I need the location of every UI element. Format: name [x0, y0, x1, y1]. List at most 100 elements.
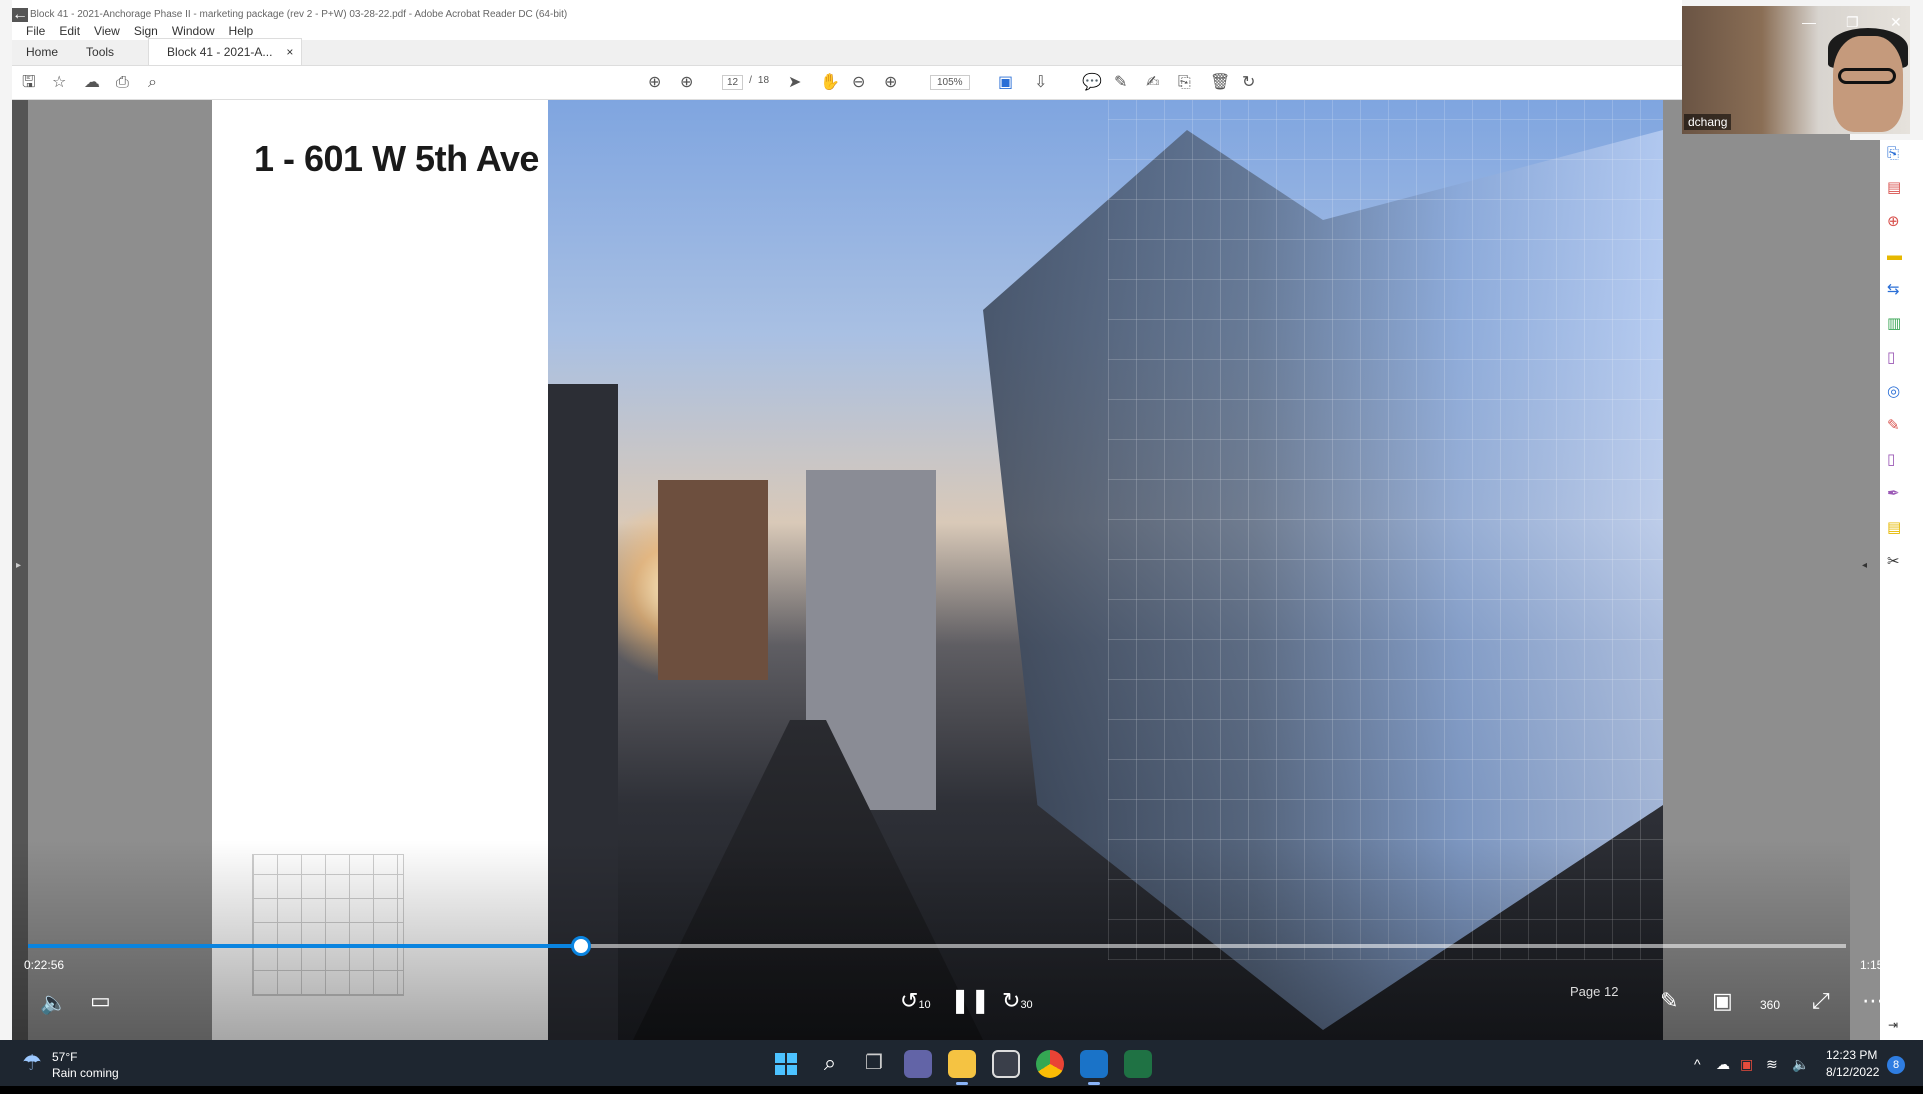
chrome-icon[interactable]	[1036, 1050, 1064, 1078]
store-icon[interactable]	[992, 1050, 1020, 1078]
cloud-upload-icon[interactable]: ☁	[84, 74, 100, 92]
send-review-icon[interactable]: ▤	[1887, 520, 1901, 535]
search-icon[interactable]: ⌕	[148, 74, 157, 92]
scroll-mode-icon[interactable]: ⇩	[1034, 74, 1047, 92]
windows-logo-pane	[775, 1065, 785, 1075]
notification-badge[interactable]: 8	[1887, 1056, 1905, 1074]
page-heading: 1 - 601 W 5th Ave	[254, 138, 539, 179]
screen-edge	[0, 1086, 1923, 1094]
clock-date[interactable]: 8/12/2022	[1826, 1065, 1879, 1079]
zoom-out-icon[interactable]: ⊖	[852, 74, 865, 92]
captions-icon[interactable]: ▭	[90, 990, 111, 1012]
fill-sign-icon[interactable]: ▯	[1887, 350, 1895, 365]
right-panel-gutter: ◂	[1850, 140, 1880, 1040]
trash-icon[interactable]: 🗑	[1210, 74, 1230, 92]
wifi-icon[interactable]: ≋	[1766, 1056, 1778, 1073]
collapse-rail-icon[interactable]: ⇥	[1888, 1014, 1898, 1036]
next-page-icon[interactable]: ⊕	[680, 74, 693, 92]
print-icon[interactable]: ⎙	[116, 74, 129, 92]
teams-chat-icon[interactable]	[904, 1050, 932, 1078]
form-icon[interactable]: ▯	[1887, 452, 1895, 467]
seek-bar-thumb[interactable]	[571, 936, 591, 956]
windows-logo-pane	[775, 1053, 785, 1063]
more-tools-icon[interactable]: ✂	[1887, 554, 1900, 569]
combine-files-icon[interactable]: ⇆	[1887, 282, 1900, 297]
rotate-icon[interactable]: ↻	[1242, 74, 1255, 92]
skip-forward-button[interactable]: ↻30	[1002, 990, 1033, 1016]
total-time: 1:15:24	[1860, 958, 1901, 972]
edit-pdf-icon[interactable]: ▥	[1887, 316, 1901, 331]
tower-grid-overlay	[1108, 100, 1663, 960]
menu-sign[interactable]: Sign	[134, 24, 158, 38]
zoom-level-select[interactable]: 105%	[930, 75, 970, 90]
fullscreen-icon[interactable]: ⤢	[1812, 990, 1830, 1012]
weather-temperature[interactable]: 57°F	[52, 1050, 77, 1064]
chevron-up-icon[interactable]: ^	[1694, 1056, 1701, 1072]
page-overlay-label: Page 12	[1570, 984, 1619, 999]
total-pages: 18	[757, 75, 770, 86]
tab-document-label: Block 41 - 2021-A...	[167, 45, 273, 59]
tab-tools[interactable]: Tools	[72, 45, 128, 65]
task-view-icon[interactable]: ❐	[860, 1050, 888, 1078]
toolbar: 🖫 ☆ ☁ ⎙ ⌕ ⊕ ⊕ 12 / 18 ➤ ✋ ⊖ ⊕ 105% ▣ ⇩ 💬…	[12, 66, 1682, 100]
search-taskbar-icon[interactable]: ⌕	[816, 1050, 844, 1078]
stamp-icon[interactable]: ⎘	[1178, 74, 1191, 92]
building-brick	[658, 480, 768, 680]
chevron-right-icon[interactable]: ▸	[16, 560, 21, 571]
menu-window[interactable]: Window	[172, 24, 215, 38]
comment-tool-icon[interactable]: ▬	[1887, 248, 1902, 263]
vr-360-button[interactable]: 360	[1760, 994, 1780, 1016]
windows-logo-pane	[787, 1065, 797, 1075]
media-player-icon[interactable]	[1080, 1050, 1108, 1085]
fit-page-icon[interactable]: ▣	[998, 74, 1013, 92]
clock-time[interactable]: 12:23 PM	[1826, 1048, 1877, 1062]
sign-icon[interactable]: ✍	[1146, 74, 1159, 92]
menu-edit[interactable]: Edit	[59, 24, 80, 38]
highlight-pen-icon[interactable]: ✎	[1114, 74, 1127, 92]
close-icon[interactable]: ×	[286, 45, 293, 59]
current-time: 0:22:56	[24, 958, 65, 972]
page-number-input[interactable]: 12	[722, 75, 744, 90]
menu-file[interactable]: File	[26, 24, 45, 38]
vr-360-label: 360	[1760, 998, 1781, 1012]
onedrive-icon[interactable]: ☁	[1716, 1056, 1730, 1073]
player-overlay	[12, 840, 1850, 1040]
skip-forward-label: 30	[1020, 999, 1033, 1011]
tab-home[interactable]: Home	[12, 45, 72, 65]
rain-cloud-icon[interactable]: ☂	[22, 1050, 42, 1076]
star-icon[interactable]: ☆	[52, 74, 66, 92]
skip-back-button[interactable]: ↺10	[900, 990, 931, 1016]
weather-description[interactable]: Rain coming	[52, 1066, 119, 1080]
comment-icon[interactable]: 💬	[1082, 74, 1102, 92]
hand-tool-icon[interactable]: ✋	[820, 74, 840, 92]
tab-document[interactable]: Block 41 - 2021-A... ×	[148, 38, 303, 65]
app-tray-icon[interactable]: ▣	[1740, 1056, 1753, 1073]
organize-pages-icon[interactable]: ▤	[1887, 180, 1901, 195]
select-cursor-icon[interactable]: ➤	[788, 74, 801, 92]
excel-icon[interactable]	[1124, 1050, 1152, 1078]
menu-help[interactable]: Help	[229, 24, 254, 38]
save-icon[interactable]: 🖫	[22, 74, 36, 92]
signature-icon[interactable]: ✒	[1887, 486, 1900, 501]
menu-view[interactable]: View	[94, 24, 120, 38]
zoom-in-icon[interactable]: ⊕	[884, 74, 897, 92]
miniplayer-icon[interactable]: ▣	[1712, 990, 1733, 1012]
start-button[interactable]	[772, 1050, 800, 1078]
pause-button[interactable]: ❚❚	[950, 989, 990, 1013]
export-pdf-icon[interactable]: ⎘	[1887, 146, 1899, 161]
windows-logo-pane	[787, 1053, 797, 1063]
restore-icon[interactable]: ❐	[1846, 14, 1859, 31]
speaker-icon[interactable]: 🔈	[1792, 1056, 1809, 1073]
more-options-icon[interactable]: ⋯	[1862, 990, 1884, 1012]
request-signature-icon[interactable]: ✎	[1887, 418, 1900, 433]
previous-page-icon[interactable]: ⊕	[648, 74, 661, 92]
volume-icon[interactable]: 🔈	[40, 992, 67, 1014]
page-separator: /	[749, 75, 752, 86]
pen-icon[interactable]: ✎	[1660, 990, 1678, 1012]
minimize-icon[interactable]: —	[1802, 14, 1816, 30]
file-explorer-icon[interactable]	[948, 1050, 976, 1085]
chevron-left-icon[interactable]: ◂	[1862, 560, 1867, 571]
protect-icon[interactable]: ◎	[1887, 384, 1900, 399]
window-close-icon[interactable]: ✕	[1890, 14, 1902, 31]
create-pdf-icon[interactable]: ⊕	[1887, 214, 1900, 229]
